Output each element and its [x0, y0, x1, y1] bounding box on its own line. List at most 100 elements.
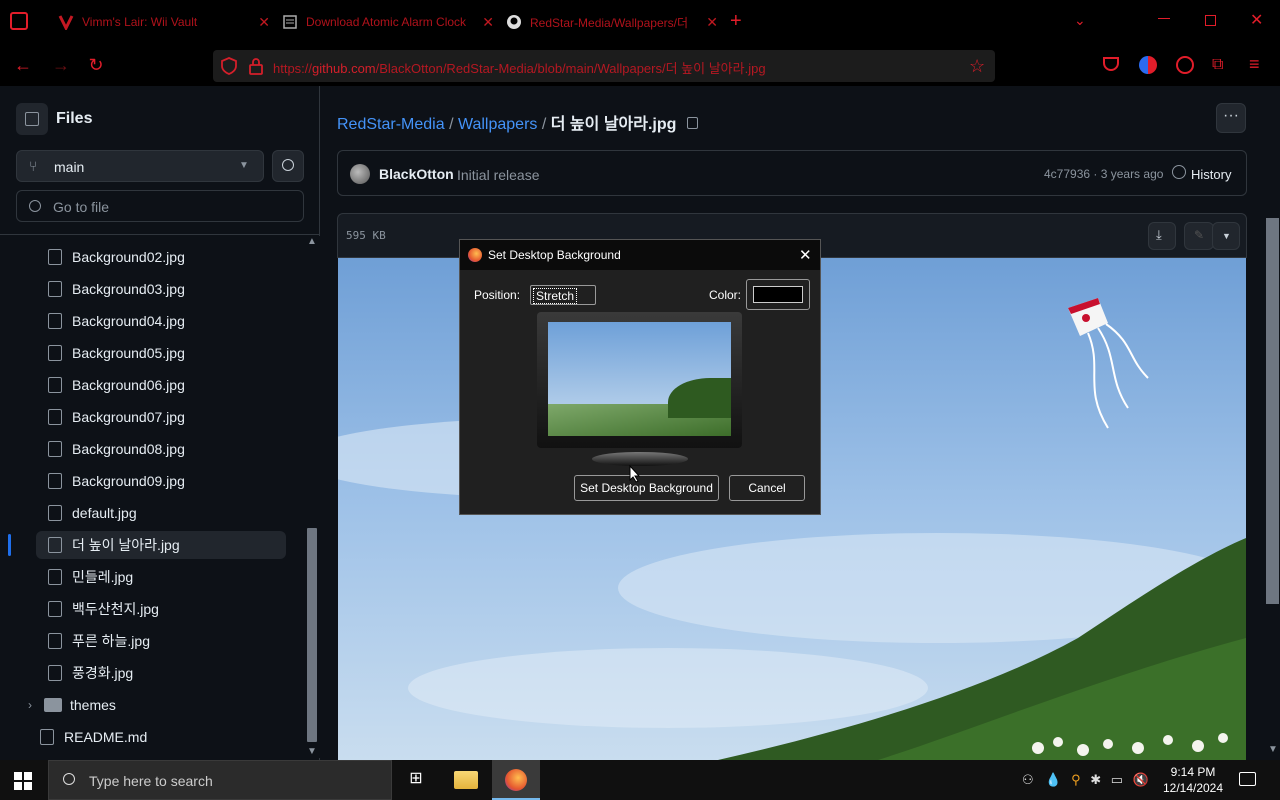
avatar[interactable] — [350, 164, 370, 184]
branch-selector[interactable]: ⑂ main ▼ — [16, 150, 264, 182]
sidebar-scrollbar[interactable]: ▲ ▼ — [304, 236, 320, 758]
theme-icon[interactable] — [1139, 56, 1157, 74]
cancel-button[interactable]: Cancel — [729, 475, 805, 501]
account-icon[interactable] — [1176, 56, 1194, 74]
go-to-file-input[interactable]: Go to file — [16, 190, 304, 222]
menu-icon[interactable]: ≡ — [1249, 54, 1260, 75]
file-row[interactable]: Background02.jpg — [36, 243, 286, 271]
download-raw-button[interactable]: ⤓ — [1148, 222, 1176, 250]
notification-icon[interactable] — [1239, 772, 1256, 786]
color-picker-button[interactable] — [746, 279, 810, 310]
search-icon — [282, 159, 294, 171]
forward-icon[interactable]: → — [50, 54, 72, 76]
firefox-icon — [468, 248, 482, 262]
firefox-taskbar-button[interactable] — [492, 760, 540, 800]
copy-path-icon[interactable] — [686, 117, 698, 129]
page-scrollbar[interactable]: ▼ — [1264, 86, 1280, 760]
tab-close-icon[interactable]: ✕ — [706, 14, 718, 31]
folder-icon — [44, 698, 62, 712]
tab-manager-icon[interactable] — [10, 12, 28, 30]
folder-themes[interactable]: › themes — [16, 691, 266, 719]
tab-atomic-alarm[interactable]: Download Atomic Alarm Clock ✕ — [274, 6, 502, 38]
file-row[interactable]: 풍경화.jpg — [36, 659, 286, 687]
tab-close-icon[interactable]: ✕ — [258, 14, 270, 31]
tab-vimms-lair[interactable]: Vimm's Lair: Wii Vault ✕ — [50, 6, 278, 38]
bookmark-star-icon[interactable]: ☆ — [969, 56, 985, 77]
monitor-preview — [537, 312, 742, 448]
edit-file-button[interactable]: ✎ — [1184, 222, 1214, 250]
url-bar[interactable]: https://github.com/BlackOtton/RedStar-Me… — [213, 50, 995, 82]
minimize-icon[interactable] — [1158, 18, 1170, 19]
file-row[interactable]: 푸른 하늘.jpg — [36, 627, 286, 655]
tab-title: Vimm's Lair: Wii Vault — [82, 15, 198, 29]
lock-icon — [249, 58, 263, 75]
file-label: 민들레.jpg — [72, 569, 134, 585]
file-row[interactable]: Background04.jpg — [36, 307, 286, 335]
file-row[interactable]: 민들레.jpg — [36, 563, 286, 591]
taskbar-search-placeholder: Type here to search — [89, 773, 213, 789]
position-label: Position: — [474, 288, 521, 302]
more-options-button[interactable]: ··· — [1216, 103, 1246, 133]
extensions-icon[interactable]: ⧉ — [1212, 56, 1223, 74]
set-desktop-background-button[interactable]: Set Desktop Background — [574, 475, 719, 501]
windows-start-icon[interactable] — [14, 772, 32, 790]
file-icon — [48, 345, 62, 361]
github-icon — [507, 15, 521, 29]
file-row[interactable]: Background07.jpg — [36, 403, 286, 431]
file-label: 푸른 하늘.jpg — [72, 633, 150, 649]
file-label: Background07.jpg — [72, 409, 185, 425]
history-link[interactable]: History — [1191, 167, 1231, 182]
people-icon[interactable]: ⚇ — [1022, 772, 1034, 787]
scrollbar-thumb[interactable] — [307, 528, 317, 742]
bluetooth-icon[interactable]: ✱ — [1090, 772, 1101, 787]
color-swatch — [753, 286, 803, 303]
restore-icon[interactable] — [1205, 15, 1216, 26]
taskbar-search-box[interactable]: Type here to search — [48, 760, 392, 800]
search-files-button[interactable] — [272, 150, 304, 182]
file-row[interactable]: Background06.jpg — [36, 371, 286, 399]
reload-icon[interactable]: ↻ — [85, 54, 107, 76]
list-all-tabs-icon[interactable]: ⌄ — [1074, 12, 1086, 29]
breadcrumb-file: 더 높이 날아라.jpg — [550, 116, 677, 133]
close-window-icon[interactable]: ✕ — [1250, 10, 1263, 30]
breadcrumb-repo-link[interactable]: RedStar-Media — [337, 116, 445, 133]
tab-github-wallpapers[interactable]: RedStar-Media/Wallpapers/더 ✕ — [498, 6, 726, 38]
shield-icon — [221, 57, 237, 75]
commit-meta[interactable]: 4c77936 · 3 years ago — [1044, 167, 1163, 181]
collapse-sidebar-button[interactable] — [16, 103, 48, 135]
pocket-icon[interactable] — [1103, 57, 1119, 71]
key-icon[interactable]: ⚲ — [1071, 772, 1081, 787]
file-row[interactable]: Background08.jpg — [36, 435, 286, 463]
file-readme[interactable]: README.md — [28, 723, 278, 751]
edit-dropdown-button[interactable]: ▼ — [1212, 222, 1240, 250]
position-select[interactable]: Stretch — [530, 285, 596, 305]
scroll-up-arrow-icon[interactable]: ▲ — [307, 236, 317, 247]
commit-author[interactable]: BlackOtton — [379, 166, 454, 182]
commit-message[interactable]: Initial release — [457, 167, 540, 183]
file-icon — [48, 569, 62, 585]
back-icon[interactable]: ← — [12, 54, 34, 76]
file-row[interactable]: Background03.jpg — [36, 275, 286, 303]
file-row[interactable]: Background05.jpg — [36, 339, 286, 367]
breadcrumb-folder-link[interactable]: Wallpapers — [458, 116, 537, 133]
scroll-down-arrow-icon[interactable]: ▼ — [1268, 744, 1278, 755]
file-row[interactable]: 더 높이 날아라.jpg — [36, 531, 286, 559]
tab-close-icon[interactable]: ✕ — [482, 14, 494, 31]
scroll-down-arrow-icon[interactable]: ▼ — [307, 746, 317, 757]
browser-tab-strip: Vimm's Lair: Wii Vault ✕ Download Atomic… — [0, 0, 1280, 44]
close-icon[interactable]: ✕ — [799, 246, 812, 264]
file-row[interactable]: Background09.jpg — [36, 467, 286, 495]
file-row[interactable]: default.jpg — [36, 499, 286, 527]
file-explorer-icon[interactable] — [454, 771, 478, 789]
scrollbar-thumb[interactable] — [1266, 218, 1279, 604]
network-icon[interactable]: ▭ — [1111, 772, 1123, 787]
new-tab-button[interactable]: + — [730, 10, 742, 33]
file-row[interactable]: 백두산천지.jpg — [36, 595, 286, 623]
file-icon — [48, 633, 62, 649]
tab-title: Download Atomic Alarm Clock — [306, 15, 467, 29]
url-text: https://github.com/BlackOtton/RedStar-Me… — [273, 61, 766, 76]
droplet-icon[interactable]: 💧 — [1045, 772, 1061, 787]
clock[interactable]: 9:14 PM 12/14/2024 — [1160, 764, 1226, 796]
task-view-icon[interactable]: ⊞ — [404, 768, 428, 792]
volume-muted-icon[interactable]: 🔇 — [1133, 772, 1149, 787]
